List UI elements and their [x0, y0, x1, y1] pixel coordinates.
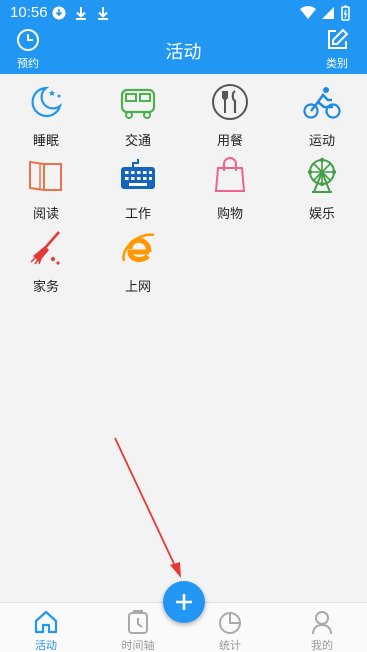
ferris-wheel-icon	[307, 157, 337, 193]
page-title: 活动	[165, 42, 202, 63]
bus-icon	[120, 88, 156, 119]
activity-housework[interactable]: 家务	[0, 224, 92, 295]
shopping-bag-icon	[214, 157, 246, 192]
activity-entertainment[interactable]: 娱乐	[276, 151, 367, 222]
category-button[interactable]: 类别	[319, 28, 355, 72]
activity-dining[interactable]: 用餐	[184, 78, 276, 149]
download-icon	[98, 7, 108, 20]
person-icon	[312, 611, 332, 635]
signal-icon	[322, 7, 334, 19]
home-icon	[34, 610, 58, 634]
book-icon	[29, 160, 62, 192]
activity-label: 睡眠	[32, 134, 59, 149]
tab-label: 统计	[219, 639, 241, 652]
tab-activity[interactable]: 活动	[0, 603, 92, 652]
activity-label: 阅读	[32, 207, 59, 222]
activity-sport[interactable]: 运动	[276, 78, 367, 149]
activity-label: 运动	[308, 134, 335, 149]
tab-label: 活动	[35, 639, 57, 652]
activity-label: 娱乐	[308, 207, 335, 222]
wifi-icon	[300, 6, 316, 19]
download-icon	[52, 6, 66, 20]
add-activity-button[interactable]	[163, 581, 205, 623]
activity-label: 购物	[216, 207, 243, 222]
browser-e-icon	[122, 233, 155, 262]
status-bar: 10:56	[0, 0, 367, 26]
activity-label: 工作	[124, 207, 151, 222]
tab-label: 我的	[311, 639, 333, 652]
fork-knife-icon	[212, 84, 248, 120]
activity-work[interactable]: 工作	[92, 151, 184, 222]
moon-icon	[31, 86, 63, 118]
cyclist-icon	[303, 87, 341, 119]
activity-label: 家务	[32, 280, 59, 295]
tab-profile[interactable]: 我的	[276, 603, 367, 652]
activity-label: 用餐	[216, 134, 243, 149]
activity-internet[interactable]: 上网	[92, 224, 184, 295]
plus-icon	[176, 594, 192, 610]
activity-label: 交通	[124, 134, 151, 149]
keyboard-icon	[121, 159, 155, 189]
system-status-icons	[300, 5, 350, 21]
activity-sleep[interactable]: 睡眠	[0, 78, 92, 149]
tab-label: 时间轴	[121, 639, 155, 652]
activity-transport[interactable]: 交通	[92, 78, 184, 149]
timeline-clock-icon	[128, 610, 148, 634]
top-bar: 10:56 预约 活动 类别	[0, 0, 367, 74]
edit-icon	[328, 28, 349, 49]
broom-icon	[30, 231, 60, 265]
activity-shopping[interactable]: 购物	[184, 151, 276, 222]
activity-label: 上网	[124, 280, 151, 295]
pie-chart-icon	[219, 612, 241, 634]
status-time: 10:56	[10, 4, 48, 21]
category-label: 类别	[326, 57, 348, 70]
download-icon	[76, 7, 86, 20]
activity-reading[interactable]: 阅读	[0, 151, 92, 222]
